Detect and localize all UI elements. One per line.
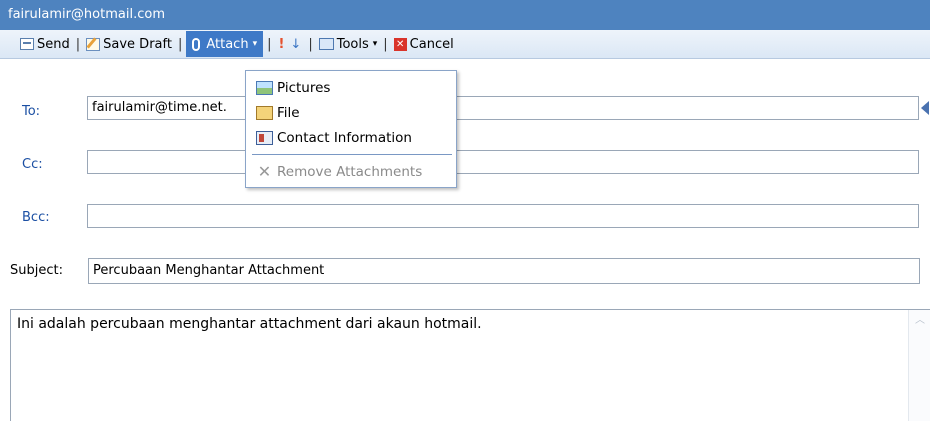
toolbar-separator: |	[308, 36, 313, 52]
bcc-label: Bcc:	[22, 210, 50, 225]
menu-item-label: Contact Information	[277, 129, 412, 146]
attach-dropdown-menu: Pictures File Contact Information ✕ Remo…	[245, 70, 457, 188]
contact-icon	[256, 130, 273, 145]
to-field[interactable]: fairulamir@time.net.	[87, 96, 919, 120]
low-importance-icon[interactable]: ↓	[290, 37, 301, 52]
paperclip-icon	[192, 37, 201, 51]
to-label: To:	[22, 104, 41, 119]
chevron-down-icon: ▾	[252, 39, 258, 49]
send-label: Send	[37, 36, 70, 52]
cc-label: Cc:	[22, 157, 43, 172]
tools-button[interactable]: Tools ▾	[317, 33, 380, 55]
menu-item-label: Pictures	[277, 79, 331, 96]
menu-item-label: File	[277, 104, 300, 121]
cc-field[interactable]	[87, 150, 919, 174]
cancel-label: Cancel	[409, 36, 454, 52]
cancel-button[interactable]: ✕ Cancel	[392, 33, 456, 55]
subject-field[interactable]: Percubaan Menghantar Attachment	[88, 258, 920, 284]
message-scrollbar[interactable]: ︿	[908, 310, 930, 421]
save-draft-button[interactable]: Save Draft	[84, 33, 174, 55]
send-icon	[20, 38, 34, 50]
menu-divider	[252, 154, 452, 155]
window-title-bar: fairulamir@hotmail.com	[0, 0, 930, 30]
address-book-arrow-icon[interactable]	[921, 101, 929, 115]
save-draft-label: Save Draft	[103, 36, 172, 52]
menu-item-label: Remove Attachments	[277, 163, 423, 180]
window-title: fairulamir@hotmail.com	[8, 7, 165, 22]
toolbar-separator: |	[75, 36, 81, 52]
compose-toolbar: Send | Save Draft | Attach ▾ | ! ↓ | Too…	[0, 30, 930, 59]
cancel-icon: ✕	[393, 37, 407, 51]
subject-label: Subject:	[10, 263, 63, 278]
tools-label: Tools	[336, 36, 369, 52]
toolbar-separator: |	[177, 36, 183, 52]
save-draft-icon	[86, 37, 101, 51]
toolbar-separator: |	[267, 36, 272, 52]
attach-label: Attach	[206, 36, 249, 52]
pictures-icon	[256, 80, 273, 95]
message-body[interactable]: Ini adalah percubaan menghantar attachme…	[10, 309, 930, 421]
file-icon	[256, 105, 273, 120]
tools-icon	[318, 38, 334, 50]
send-button[interactable]: Send	[18, 33, 72, 55]
toolbar-separator: |	[383, 36, 388, 52]
high-importance-icon[interactable]: !	[278, 37, 284, 52]
remove-icon: ✕	[257, 162, 272, 181]
menu-item-remove-attachments: ✕ Remove Attachments	[246, 159, 456, 184]
menu-item-contact-information[interactable]: Contact Information	[246, 125, 456, 150]
chevron-down-icon: ▾	[372, 39, 378, 49]
menu-item-pictures[interactable]: Pictures	[246, 75, 456, 100]
bcc-field[interactable]	[87, 204, 919, 228]
attach-button[interactable]: Attach ▾	[186, 31, 264, 57]
scroll-up-icon[interactable]: ︿	[911, 312, 929, 330]
menu-item-file[interactable]: File	[246, 100, 456, 125]
